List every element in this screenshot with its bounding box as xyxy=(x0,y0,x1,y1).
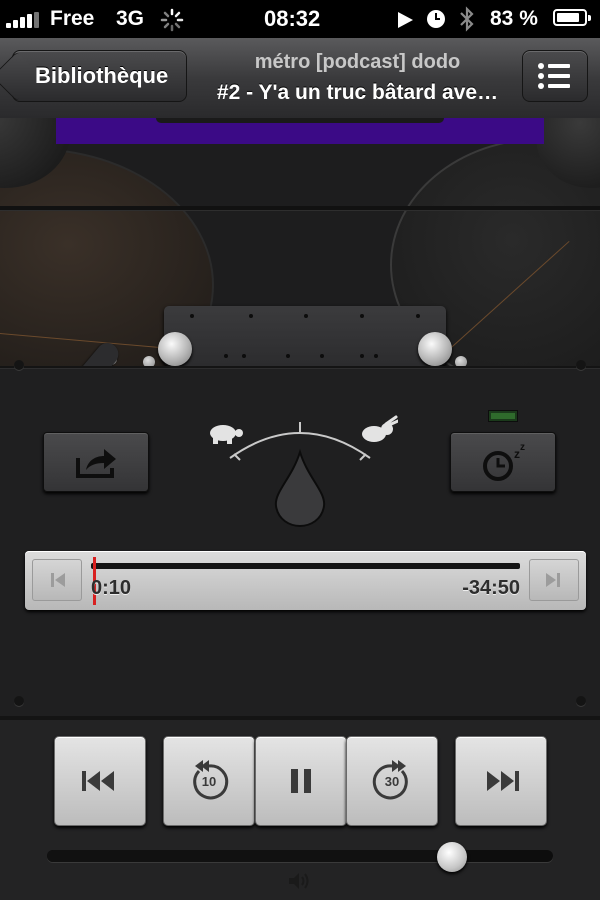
tape-window xyxy=(56,118,544,144)
share-button[interactable] xyxy=(43,432,149,492)
pause-icon xyxy=(291,769,311,793)
battery-percent: 83 % xyxy=(490,7,538,30)
status-led xyxy=(488,410,518,422)
back-button-label: Bibliothèque xyxy=(35,63,169,88)
panel-divider-top xyxy=(0,366,600,368)
corner-screw xyxy=(576,360,586,370)
skip-to-end-icon xyxy=(546,573,560,587)
carrier-name: Free xyxy=(50,7,95,30)
signal-strength-icon xyxy=(6,12,46,28)
svg-text:z: z xyxy=(520,442,525,453)
podcast-title: métro [podcast] dodo xyxy=(254,51,461,73)
skip-forward-button[interactable]: 30 xyxy=(346,736,438,826)
speaker-icon xyxy=(289,873,309,889)
skip-forward-seconds: 30 xyxy=(384,774,400,789)
sleep-timer-button[interactable]: z z xyxy=(450,432,556,492)
volume-slider-track[interactable] xyxy=(47,850,553,862)
remaining-time: -34:50 xyxy=(462,577,520,599)
back-button[interactable]: Bibliothèque xyxy=(12,50,187,102)
battery-icon xyxy=(553,9,591,26)
alarm-icon xyxy=(427,10,445,28)
skip-to-start-icon xyxy=(51,573,65,587)
next-chapter-button[interactable] xyxy=(529,559,579,601)
bluetooth-icon xyxy=(460,6,474,32)
sleep-timer-icon: z z xyxy=(483,442,525,481)
turtle-icon xyxy=(210,425,243,444)
rewind-icon xyxy=(82,771,114,791)
clock: 08:32 xyxy=(264,6,321,31)
volume-slider-knob[interactable] xyxy=(436,842,467,872)
episode-title: #2 - Y'a un truc bâtard ave… xyxy=(216,81,499,104)
tape-head-plate xyxy=(164,306,446,366)
fast-forward-icon xyxy=(487,771,519,791)
network-type: 3G xyxy=(116,7,145,30)
skip-back-seconds: 10 xyxy=(201,774,217,789)
left-pinch-roller xyxy=(158,332,192,366)
episode-list-button[interactable] xyxy=(522,50,588,102)
previous-chapter-button[interactable] xyxy=(32,559,82,601)
corner-screw xyxy=(576,696,586,706)
skip-back-button[interactable]: 10 xyxy=(163,736,255,826)
share-icon xyxy=(76,449,116,478)
nav-bar: Bibliothèque métro [podcast] dodo #2 - Y… xyxy=(0,38,600,119)
corner-screw xyxy=(14,360,24,370)
pause-button[interactable] xyxy=(255,736,347,826)
play-status-icon xyxy=(398,12,413,28)
status-bar: Free 3G 08:32 83 % xyxy=(0,0,600,38)
right-pinch-roller xyxy=(418,332,452,366)
activity-spinner-icon xyxy=(160,8,184,32)
list-icon xyxy=(538,63,570,89)
reel-divider xyxy=(0,206,600,210)
tape-reel-area xyxy=(0,118,600,368)
elapsed-time: 0:10 xyxy=(91,577,132,599)
previous-track-button[interactable] xyxy=(54,736,146,826)
rabbit-icon xyxy=(362,415,398,442)
playback-progress-bar[interactable]: 0:10 -34:50 xyxy=(25,551,586,610)
next-track-button[interactable] xyxy=(455,736,547,826)
corner-screw xyxy=(14,696,24,706)
progress-track[interactable] xyxy=(91,563,520,569)
